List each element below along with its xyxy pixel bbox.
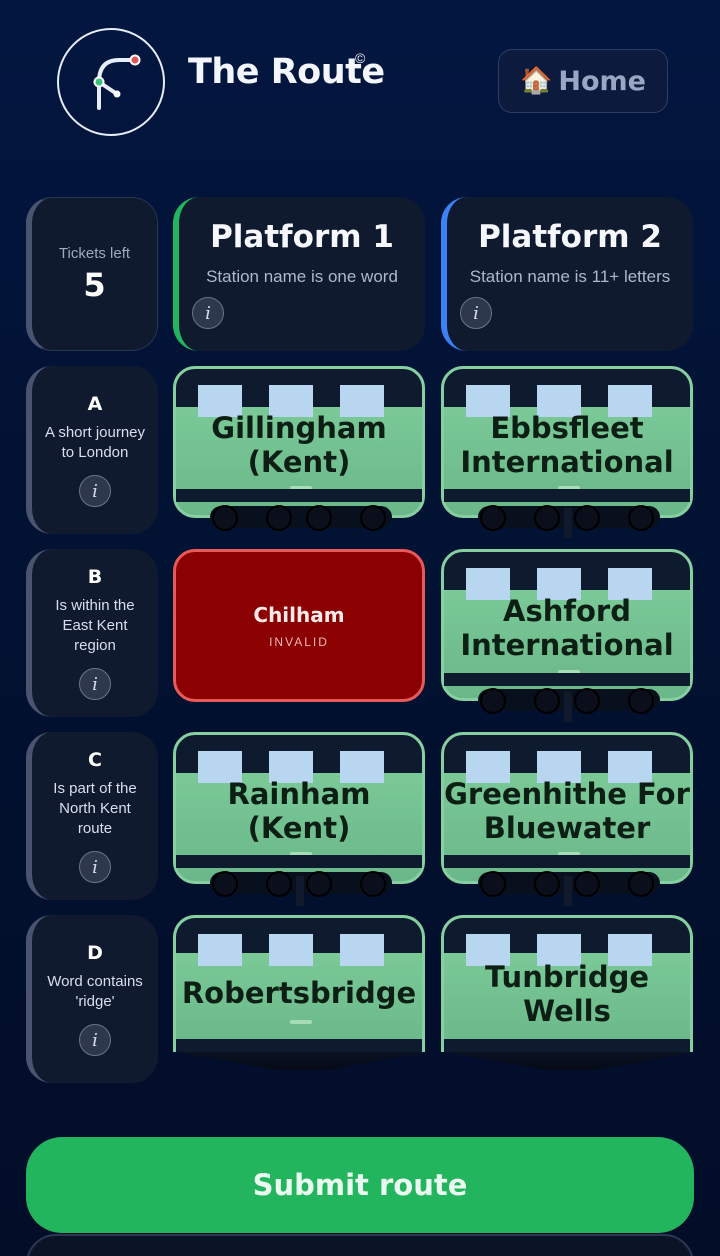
- info-icon[interactable]: i: [79, 851, 111, 883]
- row-letter: D: [87, 942, 103, 964]
- platform-rule: Station name is 11+ letters: [469, 267, 671, 286]
- row-clue: Is part of the North Kent route: [53, 780, 137, 837]
- station-name: Rainham (Kent): [227, 777, 371, 845]
- train-coupler: [296, 876, 304, 906]
- row-clue: Is within the East Kent region: [55, 597, 135, 654]
- info-icon[interactable]: i: [79, 475, 111, 507]
- train-cell-a1[interactable]: Gillingham (Kent): [173, 366, 425, 531]
- row-c-clue-card: C Is part of the North Kent route i: [26, 732, 158, 900]
- platform-2-header: Platform 2 Station name is 11+ letters i: [441, 197, 693, 351]
- bottom-panel: [26, 1234, 694, 1256]
- train-coupler: [564, 876, 572, 906]
- train-cell-b2[interactable]: Ashford International: [441, 549, 693, 714]
- info-icon[interactable]: i: [460, 297, 492, 329]
- platform-title: Platform 1: [210, 219, 394, 255]
- invalid-label: INVALID: [269, 635, 329, 649]
- tickets-left-value: 5: [83, 265, 106, 304]
- tickets-left-card: Tickets left 5: [26, 197, 158, 351]
- copyright-mark: ©: [355, 50, 366, 66]
- route-map-icon: [93, 54, 141, 110]
- row-letter: B: [87, 566, 103, 588]
- train-wheels: [210, 505, 392, 531]
- train-cell-c1[interactable]: Rainham (Kent): [173, 732, 425, 897]
- train-cell-b1-invalid[interactable]: Chilham INVALID: [173, 549, 425, 702]
- home-button-label: Home: [558, 65, 646, 97]
- train-cell-c2[interactable]: Greenhithe For Bluewater: [441, 732, 693, 897]
- row-d-clue-card: D Word contains 'ridge' i: [26, 915, 158, 1083]
- home-button[interactable]: 🏠 Home: [498, 49, 668, 113]
- info-icon[interactable]: i: [192, 297, 224, 329]
- row-letter: C: [88, 749, 102, 771]
- info-icon[interactable]: i: [79, 1024, 111, 1056]
- tickets-left-label: Tickets left: [58, 244, 131, 262]
- train-windows: [198, 934, 384, 966]
- platform-1-header: Platform 1 Station name is one word i: [173, 197, 425, 351]
- platform-rule: Station name is one word: [206, 267, 398, 286]
- train-coupler: [564, 508, 572, 538]
- station-name: Greenhithe For Bluewater: [444, 777, 690, 845]
- station-name: Tunbridge Wells: [484, 960, 650, 1028]
- station-name: Ebbsfleet International: [460, 411, 674, 479]
- station-name: Ashford International: [460, 594, 674, 662]
- house-icon: 🏠: [520, 66, 553, 96]
- submit-route-button[interactable]: Submit route: [26, 1137, 694, 1233]
- station-name: Gillingham (Kent): [211, 411, 387, 479]
- train-cell-d2[interactable]: Tunbridge Wells: [441, 915, 696, 1070]
- info-icon[interactable]: i: [79, 668, 111, 700]
- row-a-clue-card: A A short journey to London i: [26, 366, 158, 534]
- row-clue: A short journey to London: [44, 424, 146, 461]
- station-name: Chilham: [253, 603, 345, 627]
- station-name: Robertsbridge: [181, 976, 417, 1010]
- row-letter: A: [87, 393, 103, 415]
- platform-title: Platform 2: [478, 219, 662, 255]
- row-b-clue-card: B Is within the East Kent region i: [26, 549, 158, 717]
- route-logo: [57, 28, 165, 136]
- train-coupler: [564, 692, 572, 722]
- row-clue: Word contains 'ridge': [47, 973, 143, 1010]
- train-cell-d1[interactable]: Robertsbridge: [173, 915, 428, 1070]
- train-cell-a2[interactable]: Ebbsfleet International: [441, 366, 693, 531]
